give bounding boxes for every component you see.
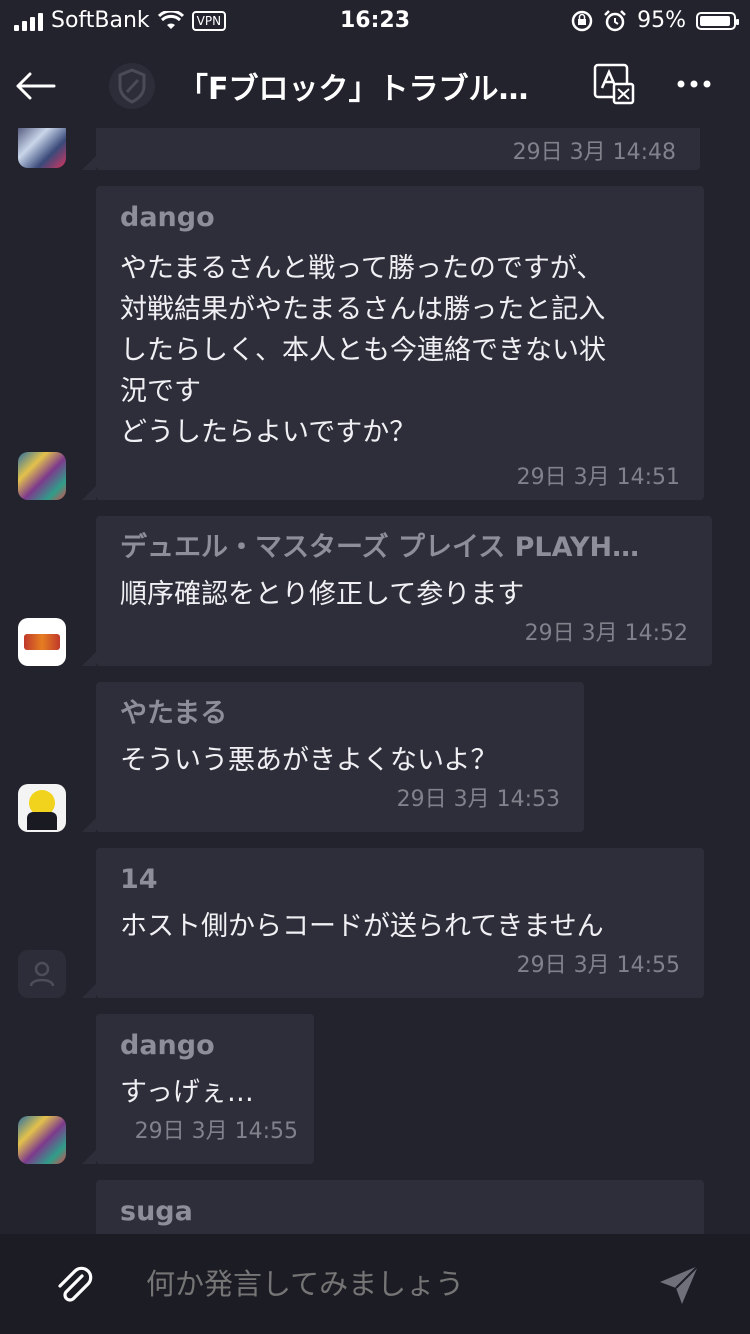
send-icon[interactable] [656, 1262, 702, 1308]
sender-name[interactable]: suga [120, 1192, 680, 1232]
avatar[interactable] [18, 950, 66, 998]
message-bubble[interactable]: やたまる そういう悪あがきよくないよ？ 29日 3月 14:53 [82, 682, 584, 832]
sender-name[interactable]: やたまる [120, 694, 560, 734]
message-item: 29日 3月 14:48 [0, 128, 750, 174]
message-item: suga [0, 1180, 750, 1234]
message-bubble[interactable]: suga [96, 1180, 704, 1234]
status-bar: SoftBank VPN 16:23 95% [0, 0, 750, 44]
message-time: 29日 3月 14:51 [516, 465, 680, 490]
rotation-lock-icon [571, 10, 593, 31]
default-user-icon [29, 961, 55, 987]
sender-name[interactable]: dango [120, 198, 680, 238]
message-list[interactable]: 29日 3月 14:48 dango やたまるさんと戦って勝ったのですが、 対戦… [0, 128, 750, 1234]
message-item: 14 ホスト側からコードが送られてきません 29日 3月 14:55 [0, 848, 750, 998]
logo-icon [24, 634, 60, 650]
avatar[interactable] [18, 618, 66, 666]
avatar[interactable] [18, 1116, 66, 1164]
shield-icon [109, 63, 155, 109]
message-bubble[interactable]: dango すっげぇ… 29日 3月 14:55 [82, 1014, 314, 1164]
avatar[interactable] [18, 128, 66, 168]
message-time: 29日 3月 14:48 [512, 140, 676, 165]
translate-icon[interactable] [592, 62, 636, 106]
message-text: そういう悪あがきよくないよ？ [120, 745, 498, 776]
message-text: すっげぇ… [120, 1077, 254, 1108]
message-time: 29日 3月 14:52 [524, 621, 688, 646]
message-text: ホスト側からコードが送られてきません [120, 911, 604, 942]
avatar[interactable] [18, 452, 66, 500]
message-time: 29日 3月 14:55 [516, 953, 680, 978]
character-body [27, 812, 57, 830]
message-input[interactable] [144, 1262, 618, 1308]
message-text: やたまるさんと戦って勝ったのですが、 対戦結果がやたまるさんは勝ったと記入 した… [120, 253, 606, 448]
sender-name[interactable]: デュエル・マスターズ プレイス PLAYH… [120, 528, 688, 568]
message-bubble[interactable]: 29日 3月 14:48 [82, 128, 700, 170]
message-time: 29日 3月 14:55 [134, 1119, 298, 1144]
message-item: dango やたまるさんと戦って勝ったのですが、 対戦結果がやたまるさんは勝った… [0, 186, 750, 500]
sender-name[interactable]: dango [120, 1026, 298, 1066]
message-bubble[interactable]: 14 ホスト側からコードが送られてきません 29日 3月 14:55 [82, 848, 704, 998]
paperclip-icon[interactable] [52, 1264, 96, 1308]
chat-header: 「Fブロック」トラブル… [0, 44, 750, 128]
sender-name[interactable]: 14 [120, 860, 680, 900]
battery-percent: 95% [637, 8, 686, 33]
avatar[interactable] [18, 784, 66, 832]
alarm-icon [604, 9, 626, 31]
battery-fill [700, 15, 730, 26]
message-composer [0, 1234, 750, 1334]
message-text: 順序確認をとり修正して参ります [120, 579, 525, 610]
message-time: 29日 3月 14:53 [396, 787, 560, 812]
chat-title[interactable]: 「Fブロック」トラブル… [178, 64, 558, 108]
status-right: 95% [571, 8, 739, 33]
more-icon[interactable] [676, 78, 712, 90]
message-item: デュエル・マスターズ プレイス PLAYH… 順序確認をとり修正して参ります 2… [0, 516, 750, 666]
back-arrow-icon[interactable] [14, 66, 58, 106]
message-bubble[interactable]: デュエル・マスターズ プレイス PLAYH… 順序確認をとり修正して参ります 2… [82, 516, 712, 666]
message-item: やたまる そういう悪あがきよくないよ？ 29日 3月 14:53 [0, 682, 750, 832]
message-item: dango すっげぇ… 29日 3月 14:55 [0, 1014, 750, 1164]
message-bubble[interactable]: dango やたまるさんと戦って勝ったのですが、 対戦結果がやたまるさんは勝った… [82, 186, 704, 500]
battery-icon [696, 11, 739, 30]
